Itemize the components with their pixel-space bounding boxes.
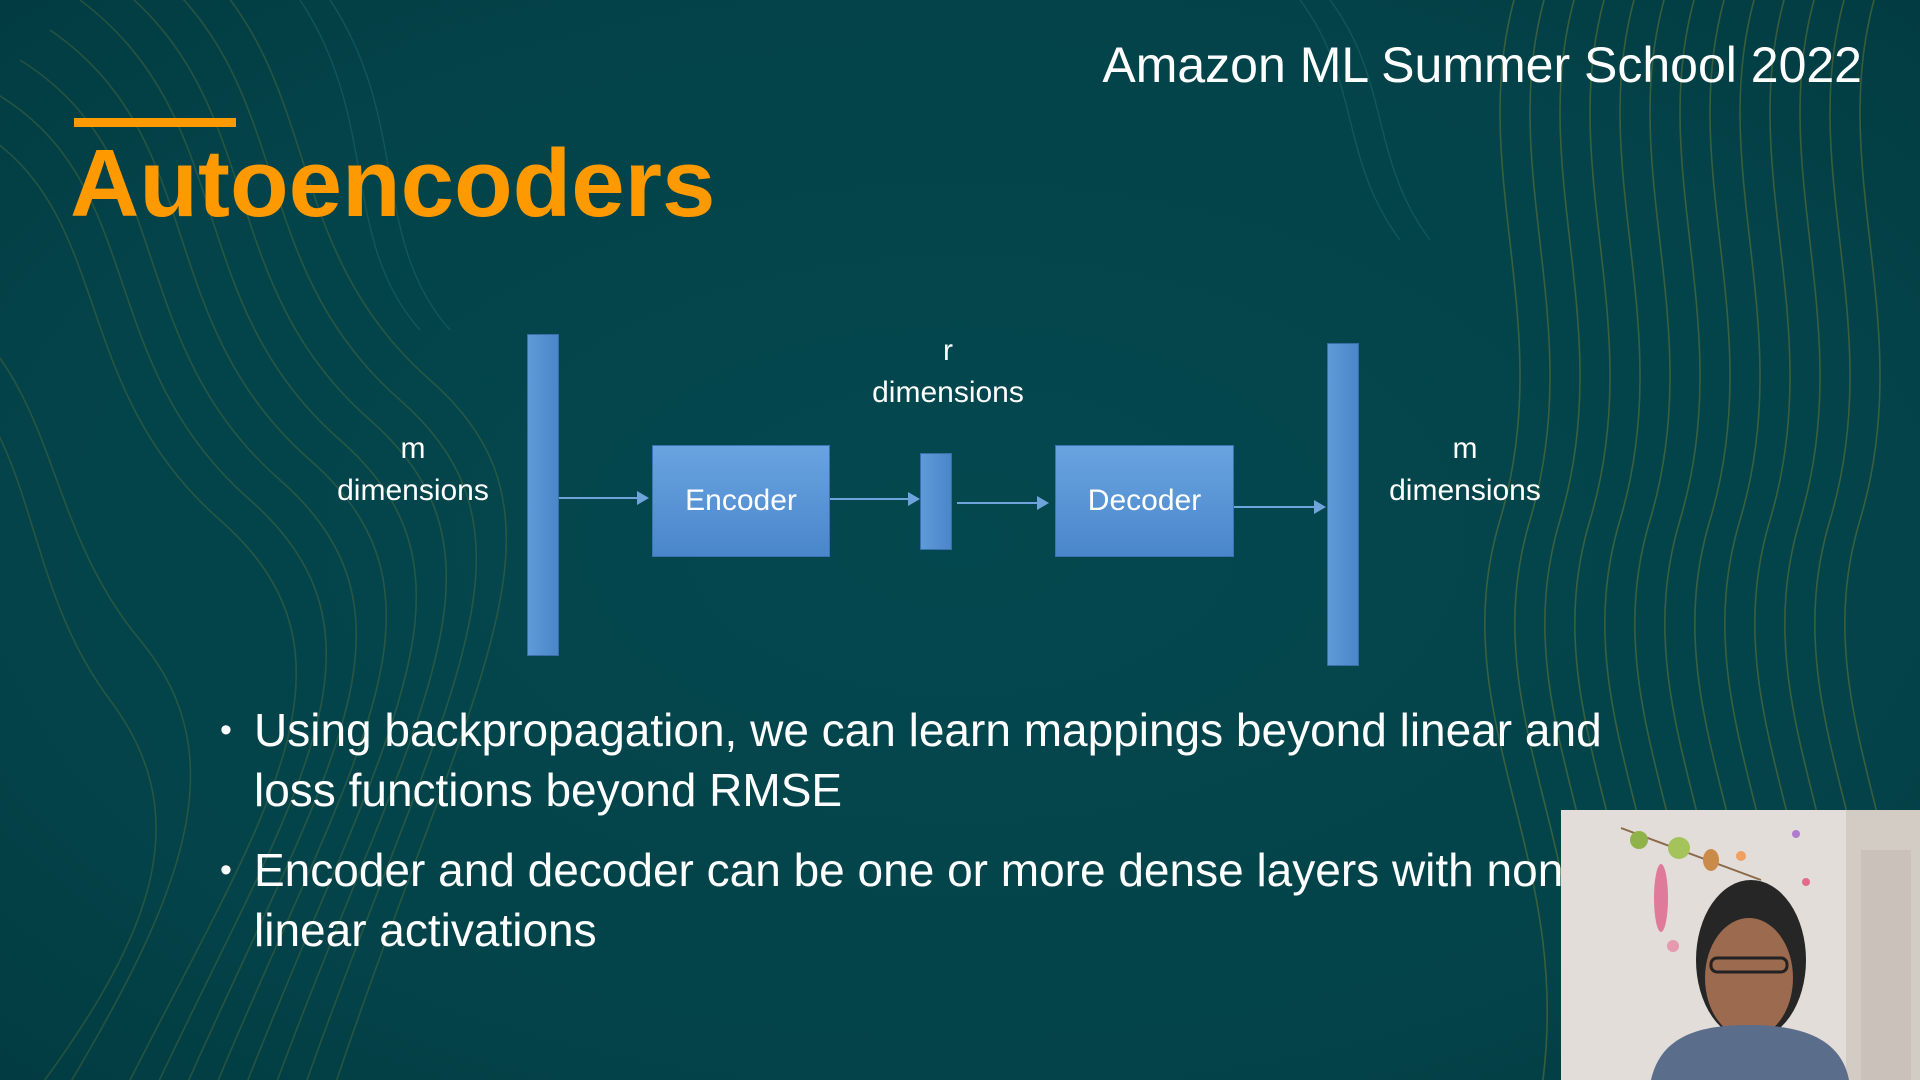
arrow-input-to-encoder — [559, 491, 649, 505]
latent-dimensions-word: dimensions — [872, 376, 1024, 409]
presentation-slide: Amazon ML Summer School 2022 Autoencoder… — [0, 0, 1920, 1080]
output-vector — [1327, 343, 1359, 666]
output-dimensions-word: dimensions — [1389, 474, 1541, 507]
bullet-text: Using backpropagation, we can learn mapp… — [254, 704, 1602, 816]
presenter-webcam-overlay — [1561, 810, 1920, 1080]
output-dimensions-label: m dimensions — [1370, 428, 1560, 512]
arrow-encoder-to-latent — [830, 492, 920, 506]
decoder-label: Decoder — [1087, 484, 1202, 517]
latent-dimensions-symbol: r — [943, 334, 953, 367]
encoder-block: Encoder — [652, 445, 830, 557]
input-dimensions-label: m dimensions — [318, 428, 508, 512]
bullet-item: • Using backpropagation, we can learn ma… — [218, 700, 1668, 820]
presenter-video-feed-icon — [1561, 810, 1920, 1080]
latent-dimensions-label: r dimensions — [858, 330, 1038, 414]
input-dimensions-word: dimensions — [337, 474, 489, 507]
encoder-label: Encoder — [685, 484, 797, 517]
latent-vector — [920, 453, 952, 550]
bullet-dot: • — [220, 851, 232, 889]
bullet-item: • Encoder and decoder can be one or more… — [218, 840, 1668, 960]
input-vector — [527, 334, 559, 656]
bullet-dot: • — [220, 711, 232, 749]
input-dimensions-symbol: m — [400, 432, 426, 465]
output-dimensions-symbol: m — [1452, 432, 1478, 465]
bullet-text: Encoder and decoder can be one or more d… — [254, 844, 1579, 956]
arrow-latent-to-decoder — [957, 496, 1049, 510]
arrow-decoder-to-output — [1234, 500, 1326, 514]
bullet-list: • Using backpropagation, we can learn ma… — [218, 700, 1668, 980]
decoder-block: Decoder — [1055, 445, 1234, 557]
